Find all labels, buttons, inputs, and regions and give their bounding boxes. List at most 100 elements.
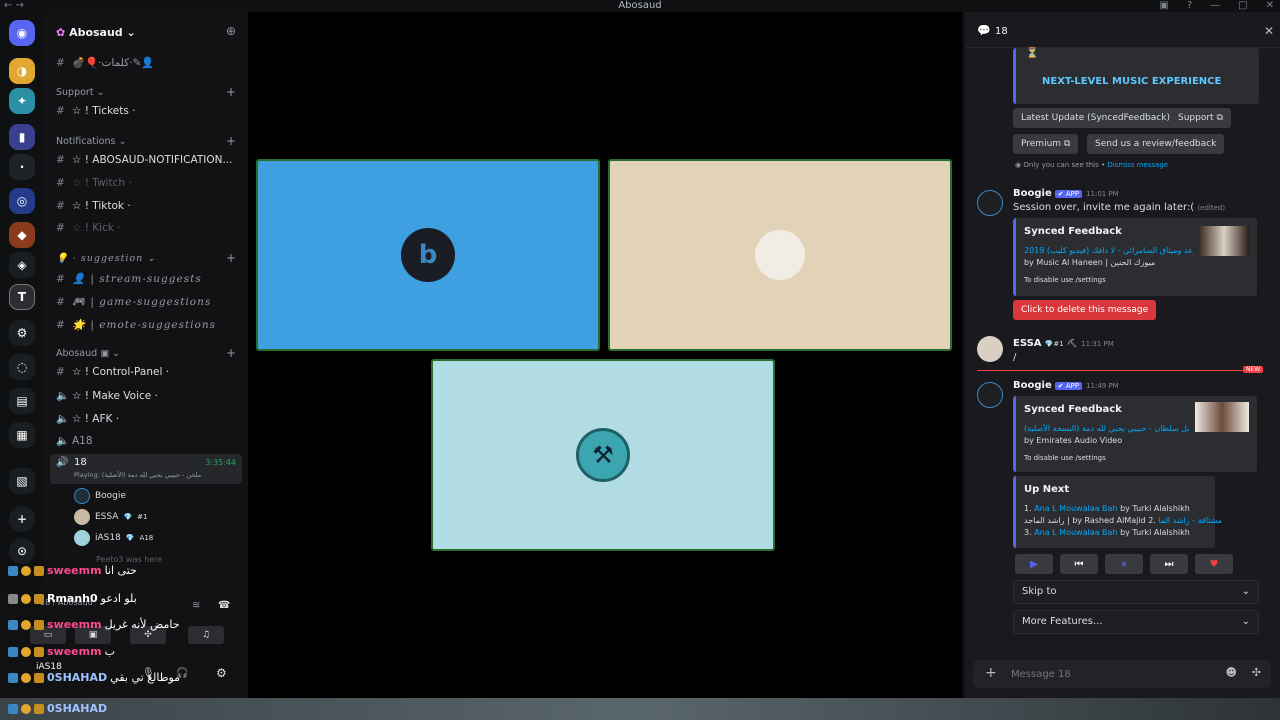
external-link-icon: ⧉: [1216, 113, 1223, 123]
server-icon[interactable]: ✦: [9, 88, 35, 114]
delete-message-button[interactable]: Click to delete this message: [1013, 300, 1157, 320]
hash-icon: #: [56, 105, 65, 117]
user-name[interactable]: Boogie: [1013, 380, 1052, 391]
crown-icon: [34, 646, 44, 657]
more-features-select[interactable]: More Features... ⌄: [1013, 610, 1259, 634]
next-button[interactable]: ⏭: [1150, 554, 1188, 574]
minimize-icon[interactable]: —: [1210, 0, 1220, 12]
premium-button[interactable]: Premium ⧉: [1013, 134, 1079, 154]
queue-song-link[interactable]: Ana L Mouwalaa Bah: [1034, 528, 1117, 537]
video-tile-ias18[interactable]: ⚒: [431, 359, 775, 551]
button-label: Premium: [1021, 139, 1062, 149]
queue-song-link[interactable]: مشتاقة - راشد الما: [1158, 516, 1222, 525]
server-icon[interactable]: ◑: [9, 58, 35, 84]
channel-tiktok[interactable]: # ☆ ! Tiktok ·: [56, 200, 131, 212]
previous-button[interactable]: ⏮: [1060, 554, 1098, 574]
channel-abosaud-notification[interactable]: # ☆ ! ABOSAUD-NOTIFICATION...: [56, 154, 232, 166]
server-icon[interactable]: ⚙: [9, 320, 35, 346]
song-thumbnail: [1195, 402, 1249, 432]
add-channel-icon[interactable]: +: [226, 346, 236, 360]
server-icon[interactable]: ·: [9, 154, 35, 180]
server-icon[interactable]: ◌: [9, 354, 35, 380]
maximize-icon[interactable]: □: [1238, 0, 1247, 12]
gem-icon: 💎: [123, 513, 133, 521]
close-window-icon[interactable]: ✕: [1266, 0, 1274, 12]
message-input[interactable]: [1011, 666, 1211, 682]
up-next-embed: Up Next 1. Ana L Mouwalaa Bah by Turki A…: [1013, 476, 1222, 548]
channel-kick[interactable]: # ☆ ! Kick ·: [56, 222, 121, 234]
inbox-icon[interactable]: ▣: [1159, 0, 1168, 12]
video-tile-boogie[interactable]: b: [256, 159, 600, 351]
avatar[interactable]: [977, 382, 1003, 408]
channel-a18[interactable]: 🔈 A18: [56, 434, 93, 447]
channel-top[interactable]: # 💣🎈·كلمات·✎👤: [56, 56, 154, 69]
latest-update-button[interactable]: Latest Update (SyncedFeedback): [1013, 108, 1178, 128]
add-server-icon[interactable]: +: [9, 506, 35, 532]
voice-user-ias18[interactable]: iAS18 💎 A18: [74, 530, 153, 546]
channel-make-voice[interactable]: 🔈 ☆ ! Make Voice ·: [56, 389, 158, 402]
video-tile-essa[interactable]: [608, 159, 952, 351]
voice-user-essa[interactable]: ESSA 💎 #1: [74, 509, 147, 525]
song-link[interactable]: فيصل سلطان - حبيبي بحبي لله دمة (النسخة …: [1024, 424, 1189, 433]
server-icon-t[interactable]: T: [9, 284, 35, 310]
channel-twitch[interactable]: # ☆ ! Twitch ·: [56, 177, 132, 189]
server-icon[interactable]: ▧: [9, 468, 35, 494]
category-notifications[interactable]: Notifications ⌄: [56, 136, 126, 147]
channel-control-panel[interactable]: # ☆ ! Control-Panel ·: [56, 366, 169, 378]
server-icon[interactable]: ◈: [9, 252, 35, 278]
category-support[interactable]: Support ⌄: [56, 87, 105, 98]
folder-icon[interactable]: ▮: [9, 124, 35, 150]
add-channel-icon[interactable]: +: [226, 134, 236, 148]
song-link[interactable]: رعد وميثاق السامرائي - لا دافك (فيديو كل…: [1024, 246, 1194, 255]
invite-icon[interactable]: ⊕: [226, 24, 236, 38]
voice-user-boogie[interactable]: Boogie: [74, 488, 126, 504]
channel-afk[interactable]: 🔈 ☆ ! AFK ·: [56, 412, 119, 425]
pause-button[interactable]: ⏸: [1105, 554, 1143, 574]
user-name[interactable]: Boogie: [1013, 188, 1052, 199]
play-button[interactable]: ▶: [1015, 554, 1053, 574]
badge-icon: [8, 672, 18, 683]
support-button[interactable]: Support ⧉: [1170, 108, 1231, 128]
favorite-button[interactable]: ♥: [1195, 554, 1233, 574]
user-name[interactable]: ESSA: [1013, 338, 1042, 349]
channel-tickets[interactable]: # ☆ ! Tickets ·: [56, 105, 136, 117]
gamepad-icon: 🎮: [72, 296, 87, 308]
voice-active-icon: 🔊: [56, 457, 69, 468]
chat-text: موطالع تي بقي: [110, 671, 181, 684]
category-abosaud[interactable]: Abosaud ▣ ⌄: [56, 348, 120, 359]
button-label: Click to delete this message: [1021, 305, 1149, 315]
attach-plus-icon[interactable]: +: [985, 665, 997, 681]
skip-to-select[interactable]: Skip to ⌄: [1013, 580, 1259, 604]
help-icon[interactable]: ?: [1187, 0, 1192, 12]
server-icon[interactable]: ▦: [9, 422, 35, 448]
review-button[interactable]: Send us a review/feedback: [1087, 134, 1225, 154]
add-channel-icon[interactable]: +: [226, 85, 236, 99]
discord-home-icon[interactable]: ◉: [9, 20, 35, 46]
channel-game-suggestions[interactable]: # 🎮 | game-suggestions: [56, 295, 211, 308]
close-icon[interactable]: ✕: [1264, 24, 1274, 38]
server-icon[interactable]: ▤: [9, 388, 35, 414]
badge-icon: [21, 593, 31, 604]
avatar: [74, 488, 90, 504]
apps-icon[interactable]: ✣: [1252, 666, 1261, 679]
embed-title: Synced Feedback: [1024, 226, 1122, 237]
chat-text: ب: [104, 645, 115, 658]
voice-channel-18[interactable]: 🔊 18 3:35:44 Playing: ملحن - حبيبي بحبي …: [50, 454, 242, 484]
category-suggestion[interactable]: 💡 · suggestion ⌄: [56, 253, 156, 264]
emote-icon: 🌟: [72, 319, 87, 331]
emoji-icon[interactable]: ☻: [1226, 666, 1237, 679]
channel-stream-suggests[interactable]: # 👤 | stream-suggests: [56, 272, 202, 285]
channel-label: ☆ ! Make Voice ·: [72, 390, 158, 402]
dismiss-link[interactable]: Dismiss message: [1107, 161, 1168, 169]
queue-song-link[interactable]: Ana L Mouwalaa Bah: [1034, 504, 1117, 513]
channel-emote-suggestions[interactable]: # 🌟 | emote-suggestions: [56, 318, 216, 331]
server-icon[interactable]: ◆: [9, 222, 35, 248]
add-channel-icon[interactable]: +: [226, 251, 236, 265]
avatar[interactable]: [977, 336, 1003, 362]
user-tag: #1: [137, 513, 148, 521]
server-icon[interactable]: ◎: [9, 188, 35, 214]
previous-icon: ⏮: [1074, 558, 1084, 570]
overlay-chat-line: sweemm حتى انا: [8, 564, 137, 577]
server-header[interactable]: ✿ Abosaud ⌄: [56, 26, 136, 39]
avatar[interactable]: [977, 190, 1003, 216]
